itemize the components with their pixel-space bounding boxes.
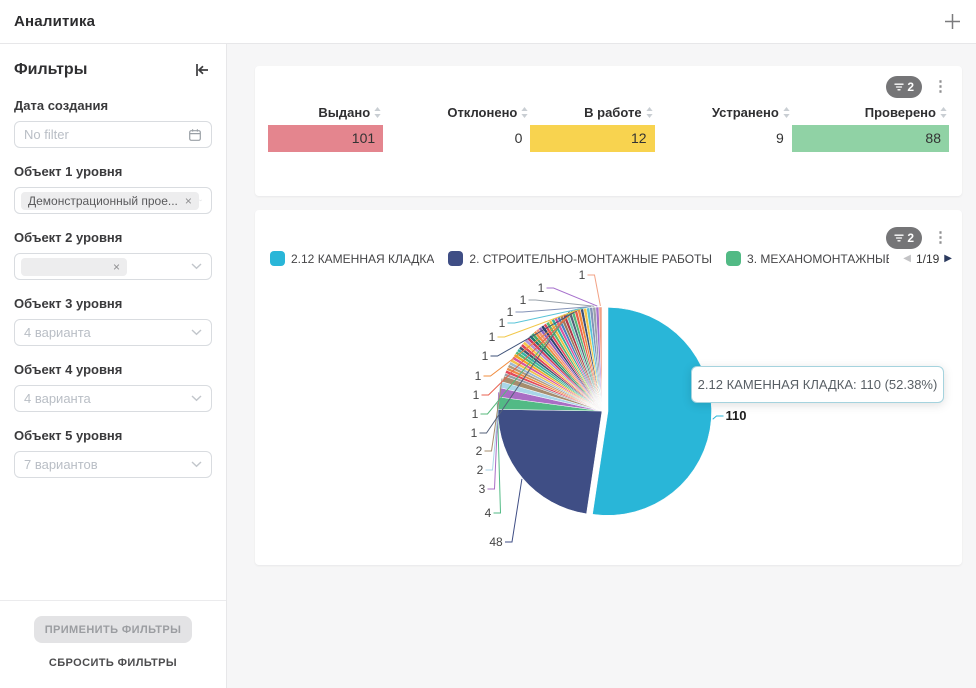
column-header[interactable]: Отклонено [383, 105, 530, 120]
status-value-cell: 0 [383, 125, 530, 152]
selected-value-chip: Демонстрационный прое... × [21, 192, 199, 210]
filter-block: Объект 3 уровня 4 варианта [14, 296, 212, 346]
chevron-down-icon [191, 461, 202, 468]
pie-label: 1 [538, 281, 545, 295]
status-value-cell: 12 [530, 125, 654, 152]
table-header-row: Выдано Отклонено В работе Устранено Проверен… [268, 105, 949, 120]
reset-filters-button[interactable]: СБРОСИТЬ ФИЛЬТРЫ [43, 656, 183, 670]
pie-label-leader [588, 275, 601, 306]
chip-text: Демонстрационный прое... [28, 194, 178, 208]
page-title: Аналитика [14, 13, 95, 30]
pie-chart-card: 2 ⋮ 2.12 КАМЕННАЯ КЛАДКА2. СТРОИТЕЛЬНО-М… [255, 210, 962, 565]
column-header-label: Выдано [318, 105, 370, 120]
pie-label-leader [713, 416, 724, 419]
select-filter-4[interactable]: 4 варианта [14, 385, 212, 412]
chevron-down-icon [191, 263, 202, 270]
pie-label: 1 [520, 293, 527, 307]
pie-label-leader [505, 479, 522, 542]
table-value-row: 101012988 [268, 125, 949, 152]
filter-label: Объект 2 уровня [14, 230, 212, 245]
select-filter-3[interactable]: 4 варианта [14, 319, 212, 346]
pie-slice[interactable] [593, 307, 712, 515]
select-placeholder: 7 вариантов [24, 457, 191, 472]
filter-label: Объект 3 уровня [14, 296, 212, 311]
chip-remove-icon[interactable]: × [185, 194, 192, 208]
select-placeholder: 4 варианта [24, 325, 191, 340]
top-bar: Аналитика [0, 0, 976, 44]
status-value-cell: 101 [268, 125, 383, 152]
pie-label: 4 [485, 506, 492, 520]
column-header-label: В работе [584, 105, 641, 120]
status-value-cell: 88 [792, 125, 949, 152]
pie-label: 3 [479, 482, 486, 496]
apply-filters-button[interactable]: ПРИМЕНИТЬ ФИЛЬТРЫ [34, 616, 192, 643]
column-header-label: Проверено [865, 105, 936, 120]
column-header[interactable]: Выдано [268, 105, 383, 120]
main-content: 2 ⋮ Выдано Отклонено В работе Устранено Пров… [227, 44, 976, 688]
filters-list: Дата создания No filter Объект 1 уровня Дем… [0, 80, 226, 478]
chevron-down-icon [191, 395, 202, 402]
pie-label: 1 [471, 426, 478, 440]
pie-label: 1 [499, 316, 506, 330]
status-summary-card: 2 ⋮ Выдано Отклонено В работе Устранено Пров… [255, 66, 962, 196]
filter-block: Объект 2 уровня × [14, 230, 212, 280]
column-header-label: Отклонено [447, 105, 517, 120]
pie-label: 2 [476, 444, 483, 458]
sort-icon [521, 107, 528, 118]
input-placeholder: No filter [24, 127, 188, 142]
sort-icon [783, 107, 790, 118]
collapse-sidebar-icon[interactable] [192, 60, 212, 80]
pie-label: 1 [473, 388, 480, 402]
filter-block: Дата создания No filter [14, 98, 212, 148]
sort-icon [374, 107, 381, 118]
date-filter-input[interactable]: No filter [14, 121, 212, 148]
status-value-cell: 9 [655, 125, 792, 152]
filter-count-badge[interactable]: 2 [886, 76, 922, 98]
column-header[interactable]: В работе [530, 105, 654, 120]
select-filter-2[interactable]: × [14, 253, 212, 280]
kebab-menu-icon[interactable]: ⋮ [931, 76, 950, 98]
column-header-label: Устранено [712, 105, 779, 120]
pie-label: 1 [507, 305, 514, 319]
funnel-icon [894, 82, 904, 92]
filter-block: Объект 5 уровня 7 вариантов [14, 428, 212, 478]
selected-value-chip: × [21, 258, 127, 276]
pie-label: 110 [726, 408, 747, 423]
filter-block: Объект 4 уровня 4 варианта [14, 362, 212, 412]
filter-block: Объект 1 уровня Демонстрационный прое... × [14, 164, 212, 214]
pie-label: 1 [475, 369, 482, 383]
pie-label: 48 [489, 535, 503, 549]
pie-label: 1 [472, 407, 479, 421]
filter-label: Объект 1 уровня [14, 164, 212, 179]
select-placeholder: 4 варианта [24, 391, 191, 406]
pie-slice[interactable] [498, 409, 602, 513]
filter-label: Дата создания [14, 98, 212, 113]
pie-label-leader [547, 288, 598, 306]
filter-label: Объект 4 уровня [14, 362, 212, 377]
sort-icon [940, 107, 947, 118]
filters-actions: ПРИМЕНИТЬ ФИЛЬТРЫ СБРОСИТЬ ФИЛЬТРЫ [0, 600, 226, 688]
add-icon[interactable] [943, 12, 962, 31]
pie-label: 1 [489, 330, 496, 344]
filters-title: Фильтры [14, 61, 87, 79]
pie-label: 2 [477, 463, 484, 477]
column-header[interactable]: Проверено [792, 105, 949, 120]
select-filter-1[interactable]: Демонстрационный прое... × [14, 187, 212, 214]
sort-icon [646, 107, 653, 118]
chip-remove-icon[interactable]: × [113, 260, 120, 274]
chart-tooltip: 2.12 КАМЕННАЯ КЛАДКА: 110 (52.38%) [691, 366, 944, 403]
calendar-icon [188, 128, 202, 142]
chevron-down-icon [199, 197, 202, 204]
select-filter-5[interactable]: 7 вариантов [14, 451, 212, 478]
chevron-down-icon [191, 329, 202, 336]
pie-label: 1 [482, 349, 489, 363]
pie-label: 1 [579, 268, 586, 282]
filter-label: Объект 5 уровня [14, 428, 212, 443]
column-header[interactable]: Устранено [655, 105, 792, 120]
filters-sidebar: Фильтры Дата создания No filter Объект 1 у… [0, 44, 227, 688]
